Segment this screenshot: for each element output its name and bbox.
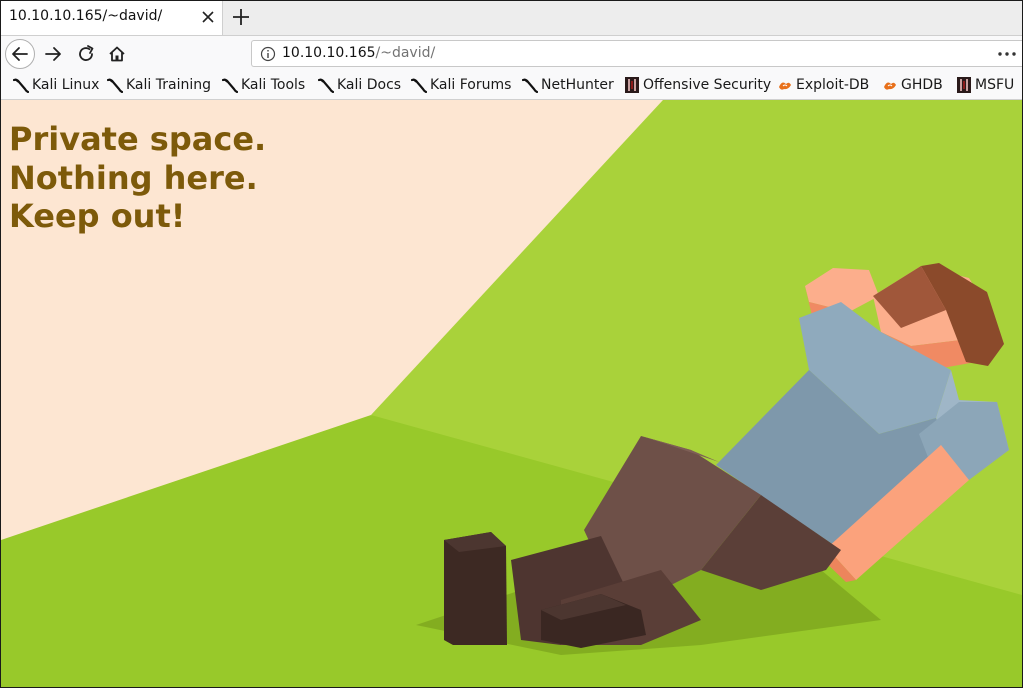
offsec-icon [957,77,971,93]
reload-icon[interactable] [72,40,100,68]
address-bar[interactable]: 10.10.10.165/~david/ [251,40,1022,67]
navigation-toolbar: 10.10.10.165/~david/ [1,36,1022,72]
browser-window: 10.10.10.165/~david/ 10.10.10.165/~david… [0,0,1023,688]
bookmark-label: GHDB [901,77,943,93]
kali-dragon-icon [107,78,123,93]
bookmark-label: Kali Tools [241,77,306,93]
kali-dragon-icon [13,78,29,93]
url-text[interactable]: 10.10.10.165/~david/ [282,45,435,61]
heading-line: Nothing here. [9,158,258,197]
back-arrow-icon [12,47,28,61]
kali-dragon-icon [522,78,538,93]
page-content: Private space. Nothing here. Keep out! [1,100,1022,687]
exploitdb-icon [884,82,896,90]
url-host: 10.10.10.165 [282,45,376,61]
close-icon[interactable] [199,7,217,27]
offsec-icon [625,77,639,93]
active-tab[interactable]: 10.10.10.165/~david/ [1,1,223,35]
info-icon[interactable] [260,46,276,62]
bookmark-label: Kali Training [126,77,211,93]
back-button[interactable] [5,39,35,69]
bookmark-label: NetHunter [541,77,614,93]
tab-strip: 10.10.10.165/~david/ [1,1,1022,36]
bookmark-label: Offensive Security [643,77,772,93]
plus-icon[interactable] [229,5,253,29]
home-icon[interactable] [103,40,131,68]
heading-line: Private space. [9,120,267,158]
page-heading: Private space. Nothing here. Keep out! [9,120,266,236]
exploitdb-icon [779,82,791,90]
bookmarks-toolbar: Kali Linux Kali Training Kali Tools Kali… [1,72,1022,100]
more-actions-icon[interactable] [997,50,1017,58]
bookmark-label: Exploit-DB [796,77,870,93]
tab-title: 10.10.10.165/~david/ [9,8,163,24]
forward-arrow-icon[interactable] [39,40,67,68]
heading-line: Keep out! [9,197,186,235]
bookmark-label: Kali Forums [430,77,512,93]
url-path: /~david/ [375,45,436,61]
bookmark-label: Kali Docs [337,77,402,93]
bookmark-label: Kali Linux [32,77,100,93]
bookmark-label: MSFU [975,77,1015,93]
kali-dragon-icon [318,78,334,93]
kali-dragon-icon [222,78,238,93]
kali-dragon-icon [411,78,427,93]
